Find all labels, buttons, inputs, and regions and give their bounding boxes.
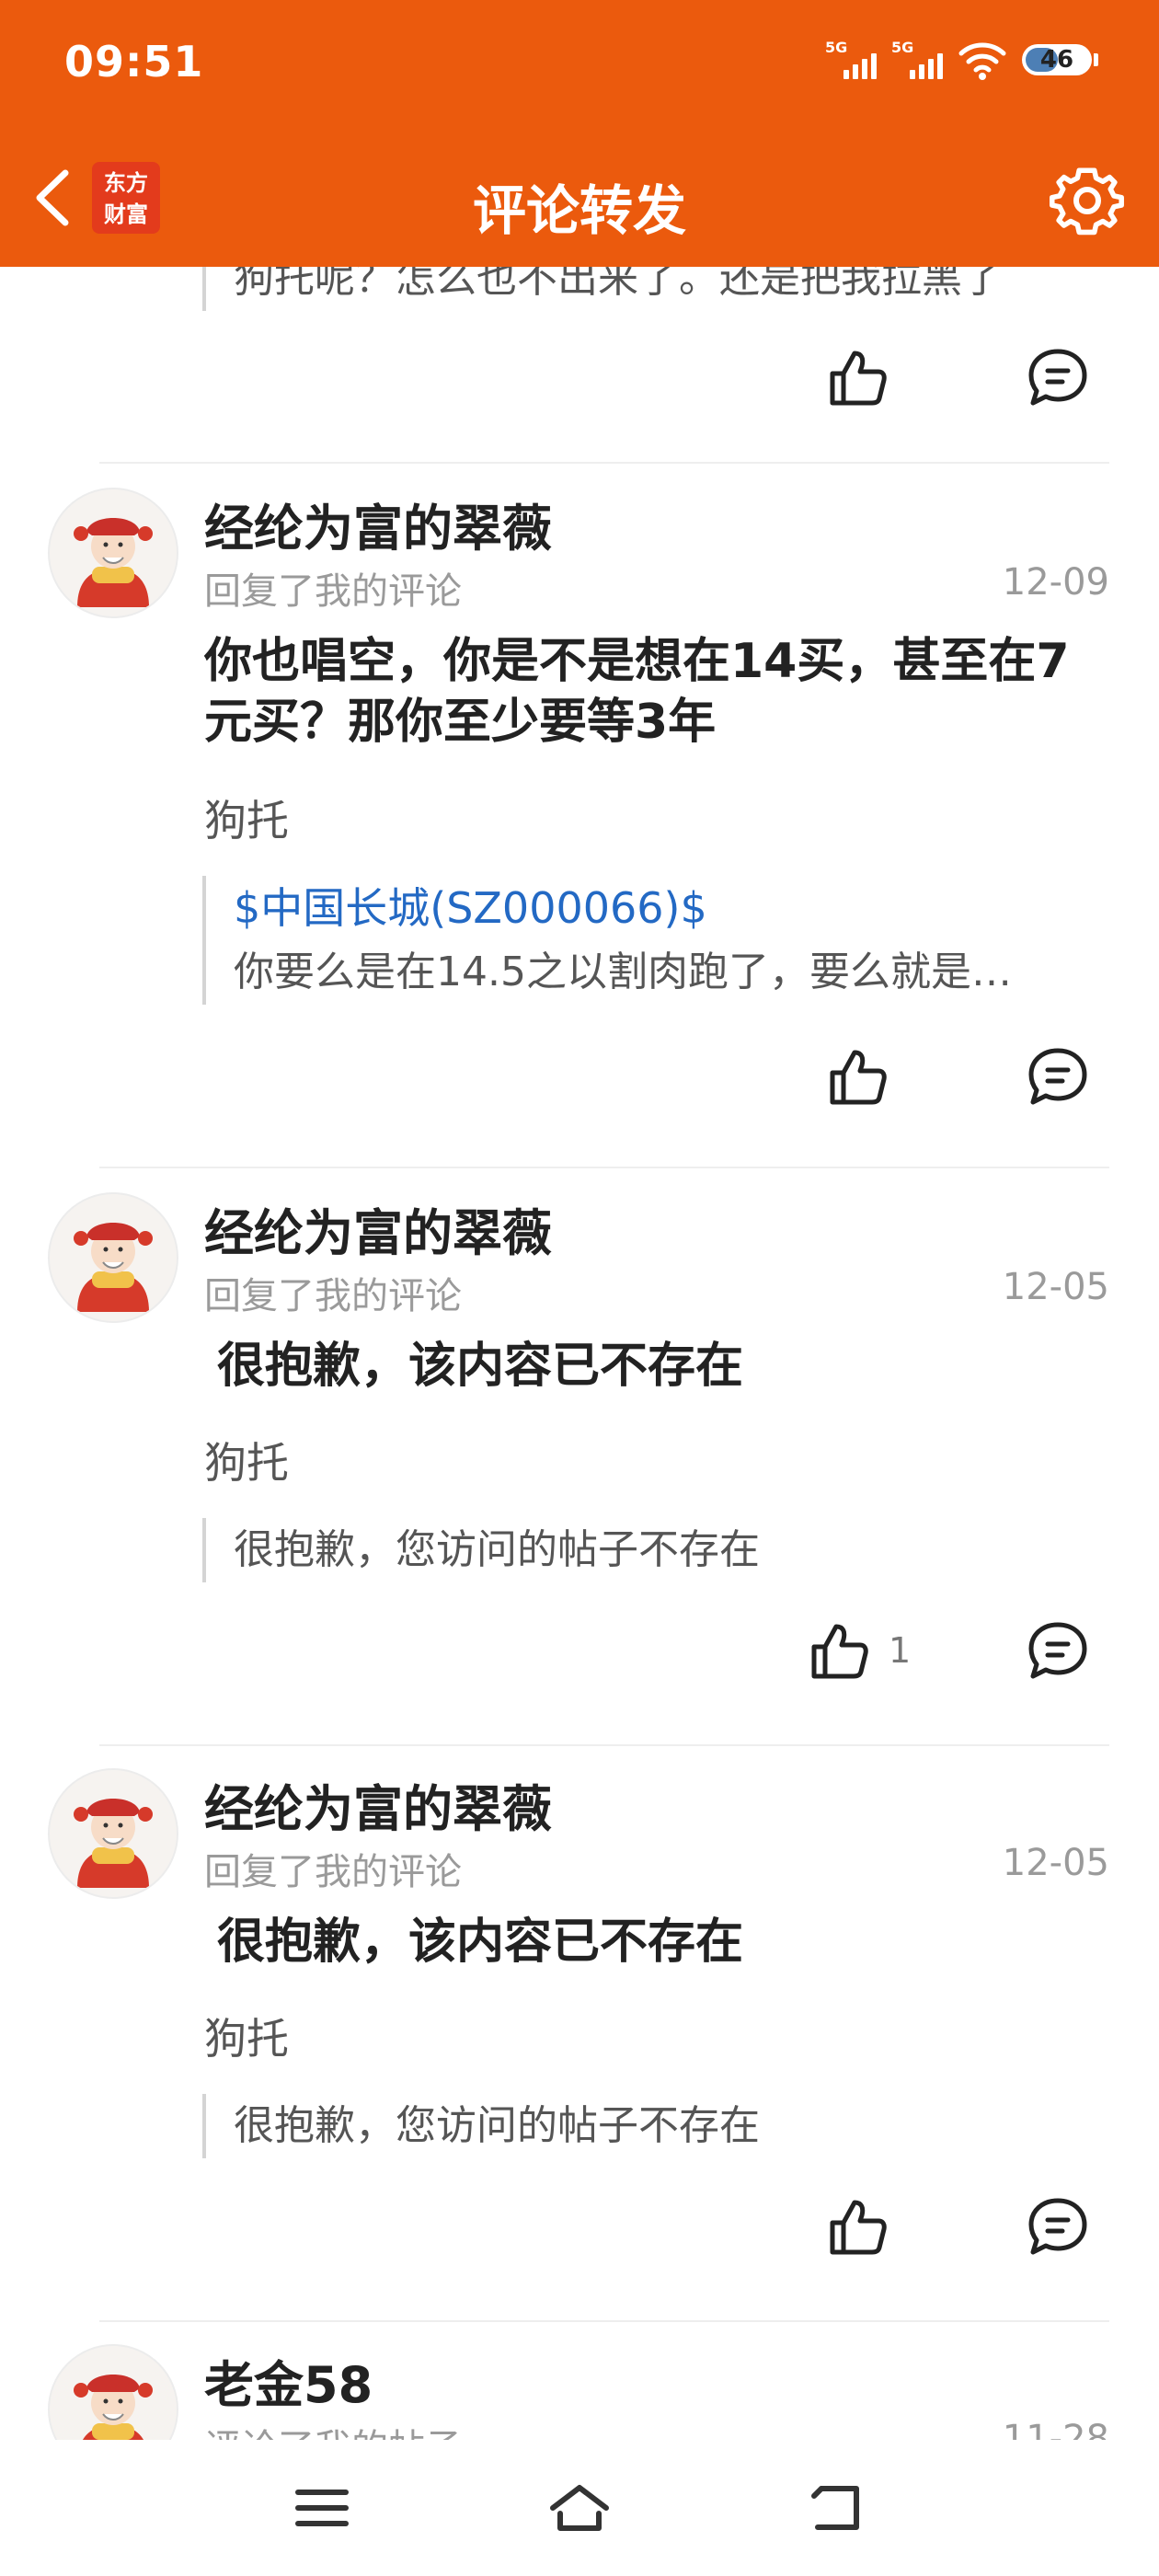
back-nav-button[interactable] [800,2471,874,2545]
like-button[interactable] [820,340,894,414]
menu-icon [295,2490,349,2526]
quote-block[interactable]: 很抱歉，您访问的帖子不存在 [202,2094,1113,2158]
quote-text: 狗托呢？怎么也不出来了。还是把我拉黑了 [234,267,1003,302]
caishen-avatar-icon [50,1770,177,1897]
battery-icon: 46 [1022,44,1098,75]
comment-button[interactable] [1021,1614,1095,1687]
caishen-avatar-icon [50,2346,177,2440]
caishen-avatar-icon [50,489,177,616]
settings-button[interactable] [1049,162,1126,239]
reply-text[interactable]: 很抱歉，该内容已不存在 [217,1912,1123,1972]
comment-card[interactable]: 经纶为富的翠薇 回复了我的评论 12-05 很抱歉，该内容已不存在 狗托 很抱歉… [0,1192,1159,1763]
status-icons: 5G 5G 46 [825,37,1098,83]
quote-text: 很抱歉，您访问的帖子不存在 [234,1526,760,1573]
quote-text: 很抱歉，您访问的帖子不存在 [234,2102,760,2149]
comment-bubble-icon [1028,1622,1087,1679]
author-name[interactable]: 老金58 [204,2344,373,2417]
author-name[interactable]: 经纶为富的翠薇 [204,1192,552,1265]
thumbs-up-icon [811,1624,868,1679]
home-icon [550,2485,609,2531]
comment-bubble-icon [1028,1048,1087,1105]
signal-icon: 5G [825,39,877,81]
comment-card[interactable]: 经纶为富的翠薇 回复了我的评论 12-05 很抱歉，该内容已不存在 狗托 很抱歉… [0,1768,1159,2339]
battery-level: 46 [1039,46,1074,74]
wifi-icon [958,42,1006,80]
comment-feed[interactable]: 狗托呢？怎么也不出来了。还是把我拉黑了 经纶为富的翠薇 回复了我的评论 12-0… [0,267,1159,2440]
home-button[interactable] [543,2471,616,2545]
action-text: 回复了我的评论 [204,1275,462,1317]
comment-bubble-icon [1028,2198,1087,2255]
divider [99,1167,1109,1168]
avatar[interactable] [48,1768,178,1899]
thumbs-up-icon [830,1050,887,1105]
author-name[interactable]: 经纶为富的翠薇 [204,488,552,560]
app-header: 东方 财富 评论转发 [0,129,1159,267]
like-count: 1 [889,1630,912,1671]
avatar[interactable] [48,1192,178,1323]
comment-bubble-icon [1028,349,1087,406]
username[interactable]: 狗托 [204,1430,289,1490]
settings-gear-icon [1050,167,1124,236]
signal-icon: 5G [891,39,943,81]
quote-block[interactable]: 很抱歉，您访问的帖子不存在 [202,1518,1113,1582]
reply-text[interactable]: 很抱歉，该内容已不存在 [217,1336,1123,1397]
comment-button[interactable] [1021,1040,1095,1113]
username[interactable]: 狗托 [204,788,289,848]
action-text: 评论了我的帖子 [204,2418,462,2440]
like-button[interactable] [820,1040,894,1113]
quote-block[interactable]: 狗托呢？怎么也不出来了。还是把我拉黑了 [202,267,1113,311]
comment-date: 11-28 [1002,2418,1109,2440]
stock-link[interactable]: $中国长城(SZ000066)$ [234,876,1113,940]
comment-button[interactable] [1021,340,1095,414]
divider [99,2320,1109,2322]
menu-button[interactable] [285,2471,359,2545]
quote-text: 你要么是在14.5之以割肉跑了，要么就是… [234,949,1012,995]
comment-card[interactable]: 老金58 评论了我的帖子 11-28 [0,2344,1159,2440]
comment-date: 12-09 [1002,561,1109,604]
thumbs-up-icon [830,2200,887,2255]
status-bar: 09:51 5G 5G 46 [0,0,1159,129]
caishen-avatar-icon [50,1194,177,1321]
thumbs-up-icon [830,351,887,406]
status-time: 09:51 [64,37,204,86]
divider [99,462,1109,464]
comment-card[interactable]: 经纶为富的翠薇 回复了我的评论 12-09 你也唱空，你是不是想在14买，甚至在… [0,488,1159,1187]
page-title: 评论转发 [472,179,686,242]
avatar[interactable] [48,488,178,618]
action-text: 回复了我的评论 [204,570,462,613]
comment-date: 12-05 [1002,1842,1109,1884]
comment-button[interactable] [1021,2190,1095,2263]
comment-date: 12-05 [1002,1266,1109,1308]
author-name[interactable]: 经纶为富的翠薇 [204,1768,552,1841]
like-button[interactable] [820,2190,894,2263]
username[interactable]: 狗托 [204,2006,289,2066]
like-button[interactable] [802,1614,876,1687]
action-text: 回复了我的评论 [204,1851,462,1893]
back-icon [811,2486,859,2530]
reply-text[interactable]: 你也唱空，你是不是想在14买，甚至在7元买？那你至少要等3年 [204,631,1110,753]
divider [99,1744,1109,1746]
quote-block[interactable]: $中国长城(SZ000066)$ 你要么是在14.5之以割肉跑了，要么就是… [202,876,1113,1005]
system-nav-bar [0,2440,1159,2576]
avatar[interactable] [48,2344,178,2440]
